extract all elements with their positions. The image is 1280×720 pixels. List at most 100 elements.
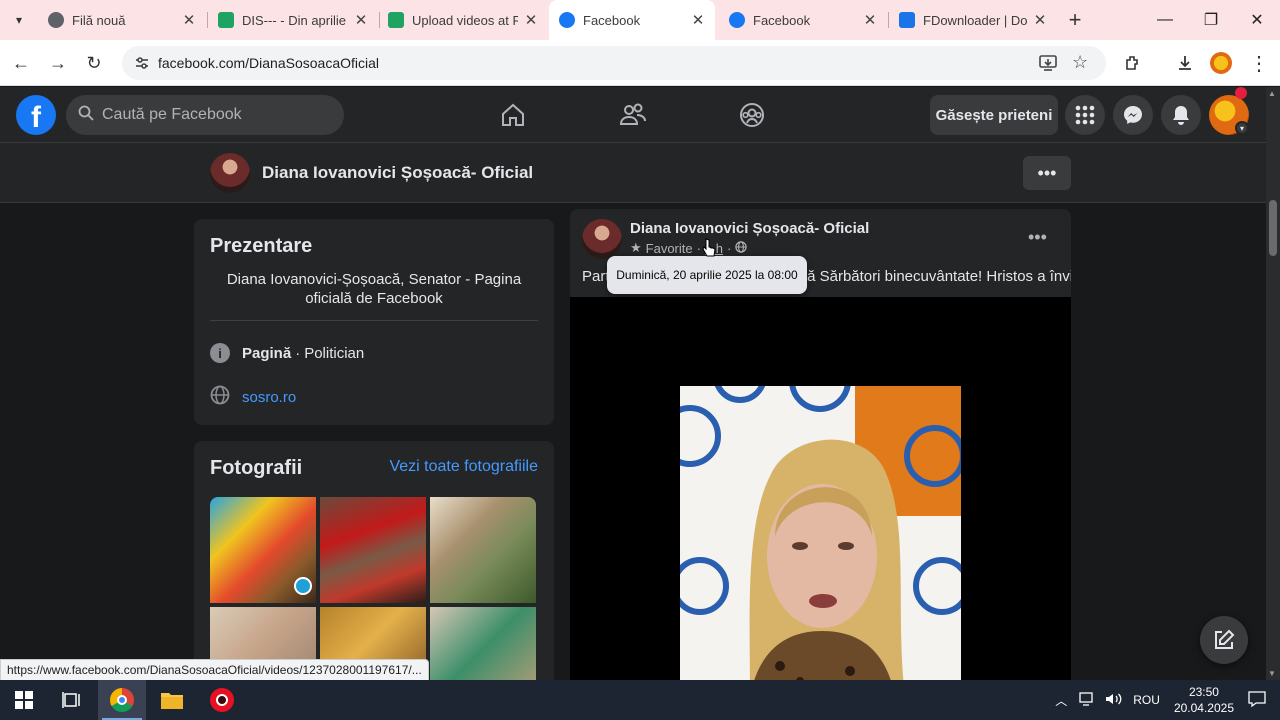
tab-title: Filă nouă [72, 12, 126, 28]
clock-time: 23:50 [1188, 685, 1219, 699]
windows-start-icon[interactable] [0, 680, 48, 720]
network-icon[interactable] [1079, 691, 1095, 709]
extensions-icon[interactable] [1118, 48, 1148, 78]
intro-title: Prezentare [210, 235, 313, 257]
windows-taskbar: ︿ ROU 23:50 20.04.2025 [0, 680, 1280, 720]
friends-icon[interactable] [613, 97, 653, 133]
find-friends-label: Găsește prieteni [935, 106, 1053, 124]
task-view-icon[interactable] [48, 680, 96, 720]
close-icon[interactable]: ✕ [354, 11, 368, 29]
website-link[interactable]: sosro.ro [242, 389, 296, 406]
page-header-bar: Diana Iovanovici Șoșoacă- Oficial ••• [0, 143, 1266, 203]
browser-toolbar: ← → ↻ facebook.com/DianaSosoacaOficial ☆… [0, 40, 1280, 86]
page-scrollbar[interactable]: ▲ ▼ [1266, 87, 1280, 680]
notification-center-icon[interactable] [1248, 690, 1266, 710]
facebook-logo-icon[interactable]: f [16, 95, 56, 135]
globe-icon [210, 385, 230, 409]
tooltip-text: Duminică, 20 aprilie 2025 la 08:00 [616, 268, 798, 282]
close-icon[interactable]: ✕ [691, 11, 705, 29]
find-friends-button[interactable]: Găsește prieteni [930, 95, 1058, 135]
divider [210, 320, 538, 321]
intro-card: Prezentare Diana Iovanovici-Șoșoacă, Sen… [194, 219, 554, 425]
post-meta: ★ Favorite · 1 h · [630, 240, 748, 256]
menu-grid-icon[interactable] [1065, 95, 1105, 135]
volume-icon[interactable] [1105, 692, 1123, 709]
browser-tab[interactable]: Filă nouă ✕ [38, 0, 206, 40]
close-icon[interactable]: ✕ [524, 11, 538, 29]
menu-icon[interactable]: ⋮ [1244, 48, 1274, 78]
screen-recorder-icon[interactable] [198, 680, 246, 720]
install-app-icon[interactable] [1038, 53, 1058, 78]
scroll-down-icon[interactable]: ▼ [1268, 669, 1276, 678]
photo-thumbnail[interactable] [430, 497, 536, 603]
tab-title: Facebook [583, 12, 641, 28]
video-frame [680, 386, 961, 689]
close-icon[interactable]: ✕ [182, 11, 196, 29]
window-close-icon[interactable]: ✕ [1234, 0, 1280, 40]
account-chevron-icon[interactable]: ▾ [1235, 121, 1249, 135]
tab-title: Upload videos at R [412, 12, 518, 28]
new-tab-icon[interactable]: + [1060, 5, 1090, 35]
downloads-icon[interactable] [1170, 48, 1200, 78]
play-icon [388, 12, 404, 28]
category-label: Pagină [242, 344, 292, 362]
notifications-bell-icon[interactable] [1161, 95, 1201, 135]
home-icon[interactable] [493, 97, 533, 133]
see-all-photos-link[interactable]: Vezi toate fotografiile [389, 458, 538, 476]
tab-search-icon[interactable]: ▾ [4, 5, 34, 35]
browser-tab[interactable]: Facebook ✕ [719, 0, 887, 40]
tab-title: Facebook [753, 12, 811, 28]
website-row: sosro.ro [210, 385, 296, 409]
language-indicator[interactable]: ROU [1133, 693, 1160, 707]
new-message-compose-icon[interactable] [1200, 616, 1248, 664]
post-author-name[interactable]: Diana Iovanovici Șoșoacă- Oficial [630, 220, 869, 237]
tab-title: FDownloader | Dow [923, 12, 1027, 28]
post-audience: Favorite [645, 240, 693, 256]
file-explorer-icon[interactable] [148, 680, 196, 720]
browser-tab[interactable]: FDownloader | Dow ✕ [889, 0, 1057, 40]
system-tray: ︿ ROU 23:50 20.04.2025 [1055, 680, 1280, 720]
photo-thumbnail[interactable] [320, 497, 426, 603]
page-avatar[interactable] [210, 153, 250, 193]
play-icon [218, 12, 234, 28]
globe-icon [735, 240, 748, 256]
scrollbar-thumb[interactable] [1269, 200, 1277, 256]
minimize-icon[interactable]: — [1142, 0, 1188, 40]
post-more-options-icon[interactable]: ••• [1028, 227, 1047, 248]
search-icon [78, 105, 94, 126]
page-name[interactable]: Diana Iovanovici Șoșoacă- Oficial [262, 163, 533, 183]
profile-avatar[interactable] [1206, 48, 1236, 78]
restore-icon[interactable]: ❐ [1188, 0, 1234, 40]
intro-description: Diana Iovanovici-Șoșoacă, Senator - Pagi… [226, 271, 522, 307]
address-bar[interactable]: facebook.com/DianaSosoacaOficial ☆ [122, 46, 1106, 80]
info-icon: i [210, 343, 230, 363]
browser-tab[interactable]: DIS--- - Din aprilie ✕ [208, 0, 378, 40]
post-video[interactable] [570, 297, 1071, 689]
post-author-avatar[interactable] [582, 219, 622, 259]
clock[interactable]: 23:50 20.04.2025 [1174, 684, 1234, 716]
close-icon[interactable]: ✕ [1033, 11, 1047, 29]
facebook-search-input[interactable]: Caută pe Facebook [66, 95, 344, 135]
groups-icon[interactable] [732, 97, 772, 133]
reload-icon[interactable]: ↻ [79, 48, 109, 78]
mouse-cursor-icon [701, 237, 717, 264]
browser-tab[interactable]: Upload videos at R ✕ [378, 0, 548, 40]
page-more-options-icon[interactable]: ••• [1023, 156, 1071, 190]
photo-thumbnail[interactable] [210, 497, 316, 603]
show-hidden-icons-icon[interactable]: ︿ [1055, 692, 1067, 709]
site-info-icon[interactable] [134, 55, 150, 76]
close-icon[interactable]: ✕ [863, 11, 877, 29]
search-placeholder: Caută pe Facebook [102, 106, 242, 123]
bookmark-star-icon[interactable]: ☆ [1072, 52, 1088, 73]
browser-tab-strip: ▾ Filă nouă ✕ DIS--- - Din aprilie ✕ Upl… [0, 0, 1280, 40]
chrome-taskbar-icon[interactable] [98, 680, 146, 720]
scroll-up-icon[interactable]: ▲ [1268, 89, 1276, 98]
forward-icon[interactable]: → [43, 48, 73, 78]
star-icon: ★ [630, 240, 642, 255]
browser-tab-active[interactable]: Facebook ✕ [549, 0, 715, 40]
chrome-icon [48, 12, 64, 28]
back-icon[interactable]: ← [6, 48, 36, 78]
facebook-header: f Caută pe Facebook Găsește prieteni ▾ [0, 87, 1266, 143]
messenger-icon[interactable] [1113, 95, 1153, 135]
tab-title: DIS--- - Din aprilie [242, 12, 347, 28]
